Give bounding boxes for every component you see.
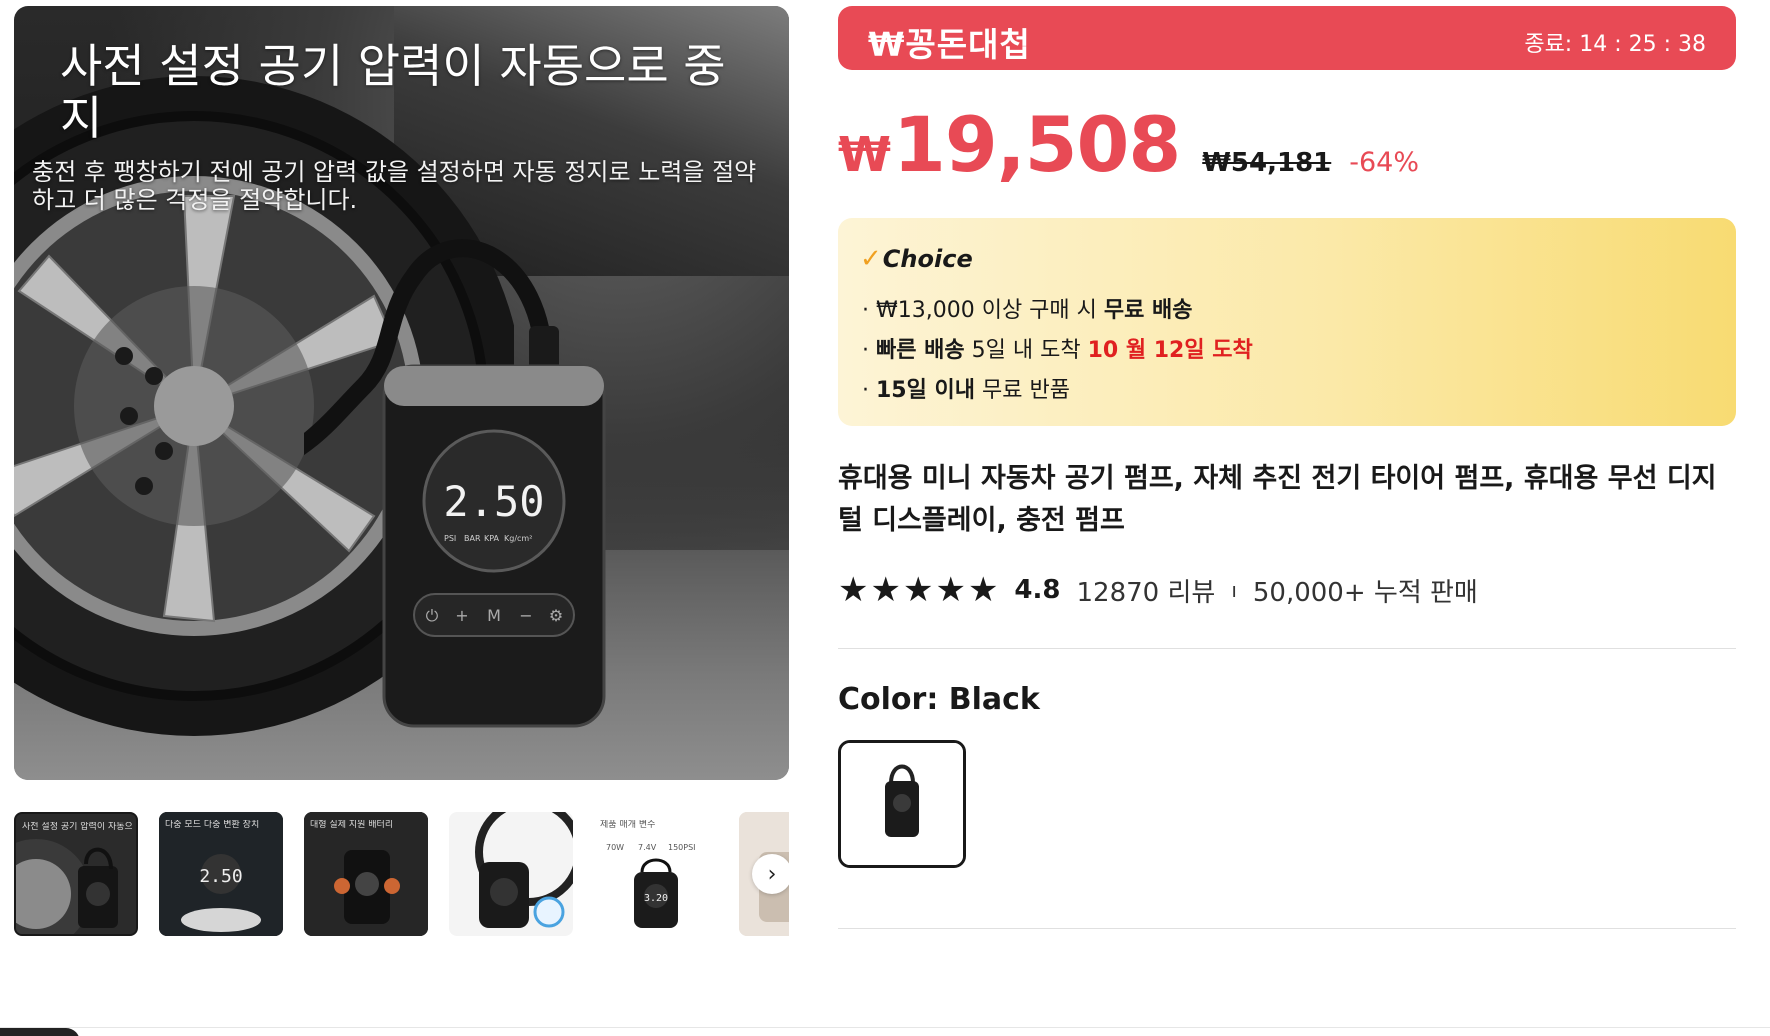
checkmark-icon: ✓ — [860, 244, 882, 274]
thumbnail-caption: 사전 설정 공기 압력이 자동으로 — [22, 822, 132, 832]
thumbnail-caption: 제품 매개 변수 — [600, 820, 656, 830]
thumbnail-spec-voltage: 7.4V — [638, 843, 657, 852]
pump-light-button: ⚙ — [549, 606, 563, 625]
thumbnail-spec-power: 70W — [606, 843, 624, 852]
pump-unit-psi: PSI — [444, 534, 456, 543]
free-return-line: · 15일 이내 무료 반품 — [862, 372, 1070, 404]
star-icon: ★ — [967, 570, 999, 610]
review-count-link[interactable]: 12870 리뷰 — [1076, 572, 1215, 609]
hero-subtitle: 충전 후 팽창하기 전에 공기 압력 값을 설정하면 자동 정지로 노력을 절약… — [32, 158, 757, 214]
corner-widget[interactable] — [0, 1028, 80, 1036]
thumbnail-3[interactable]: 대형 실제 지원 배터리 — [304, 812, 428, 936]
choice-benefits-box[interactable]: ✓ Choice · ₩13,000 이상 구매 시 무료 배송 · 빠른 배송… — [838, 218, 1736, 426]
pump-unit-bar: BAR — [464, 534, 481, 543]
price-row: ₩ 19,508 ₩54,181 -64% — [838, 100, 1419, 190]
deal-banner[interactable]: ₩꽁돈대첩 종료: 14 : 25 : 38 — [838, 6, 1736, 70]
free-return-label: 무료 반품 — [975, 378, 1070, 403]
fast-delivery-days: 5일 내 도착 — [964, 338, 1088, 363]
star-icon: ★ — [902, 570, 934, 610]
pump-display-value: 2.50 — [443, 477, 544, 526]
pump-plus-button: + — [455, 606, 468, 625]
main-product-image[interactable]: 2.50 PSI BAR KPA Kg/cm² ⏻ + M − ⚙ 사전 설정 … — [14, 6, 789, 780]
pump-unit-kgcm: Kg/cm² — [504, 534, 532, 543]
free-return-period: 15일 이내 — [876, 378, 975, 403]
price-currency: ₩ — [838, 127, 891, 183]
color-swatch-black[interactable] — [838, 740, 966, 868]
choice-label: Choice — [882, 245, 973, 273]
thumbnail-1[interactable]: 사전 설정 공기 압력이 자동으로 — [14, 812, 138, 936]
thumbnail-strip: 사전 설정 공기 압력이 자동으로 2.50 다중 모드 다중 변환 장치 대형… — [14, 812, 789, 940]
pump-unit-kpa: KPA — [484, 534, 500, 543]
separator: ı — [1231, 578, 1237, 602]
pump-minus-button: − — [519, 606, 532, 625]
deal-countdown-timer: 종료: 14 : 25 : 38 — [1524, 32, 1706, 57]
rating-row[interactable]: ★ ★ ★ ★ ★ 4.8 12870 리뷰 ı 50,000+ 누적 판매 — [838, 570, 1478, 610]
divider — [838, 648, 1736, 649]
thumbnail-display: 2.50 — [199, 866, 242, 887]
product-title: 휴대용 미니 자동차 공기 펌프, 자체 추진 전기 타이어 펌프, 휴대용 무… — [838, 463, 1717, 536]
pump-power-button: ⏻ — [426, 606, 439, 625]
star-icon: ★ — [838, 570, 869, 610]
thumbnail-4[interactable] — [449, 812, 573, 936]
thumbnail-image — [449, 812, 573, 936]
deal-logo: ₩꽁돈대첩 — [868, 25, 1031, 64]
free-return-bullet: · — [862, 378, 876, 403]
air-pump-graphic: 2.50 PSI BAR KPA Kg/cm² ⏻ + M − ⚙ — [304, 239, 606, 728]
rating-value: 4.8 — [1014, 575, 1061, 605]
thumbnail-display: 3.20 — [644, 893, 668, 904]
color-label: Color: Black — [838, 682, 1040, 717]
divider — [838, 928, 1736, 929]
free-shipping-label: 무료 배송 — [1103, 298, 1193, 323]
pump-mode-button: M — [487, 606, 501, 625]
thumbnail-spec-pressure: 150PSI — [668, 843, 696, 852]
thumbnail-caption: 다중 모드 다중 변환 장치 — [165, 820, 260, 830]
fast-delivery-line: · 빠른 배송 5일 내 도착 10 월 12일 도착 — [862, 332, 1253, 364]
discount-badge: -64% — [1349, 147, 1420, 178]
choice-header: ✓ Choice — [860, 244, 973, 274]
free-shipping-condition: · ₩13,000 이상 구매 시 — [862, 298, 1104, 323]
hero-title: 사전 설정 공기 압력이 자동으로 중지 — [60, 39, 726, 145]
free-shipping-line: · ₩13,000 이상 구매 시 무료 배송 — [862, 292, 1193, 324]
fast-delivery-bullet: · — [862, 338, 876, 363]
chevron-right-icon: › — [767, 861, 777, 887]
star-rating: ★ ★ ★ ★ ★ — [838, 573, 1000, 607]
fast-delivery-label: 빠른 배송 — [876, 338, 965, 363]
thumbnail-2[interactable]: 2.50 다중 모드 다중 변환 장치 — [159, 812, 283, 936]
page-bottom-divider — [0, 1027, 1770, 1028]
black-pump-swatch-image — [841, 743, 963, 865]
sold-count: 50,000+ 누적 판매 — [1252, 577, 1478, 608]
star-icon: ★ — [935, 570, 966, 610]
star-icon: ★ — [870, 570, 901, 610]
thumbnail-5[interactable]: 70W 7.4V 150PSI 3.20 제품 매개 변수 — [594, 812, 718, 936]
delivery-date: 10 월 12일 도착 — [1087, 338, 1253, 363]
thumbnail-caption: 대형 실제 지원 배터리 — [310, 820, 394, 830]
thumbnail-next-button[interactable]: › — [752, 854, 789, 894]
original-price: ₩54,181 — [1202, 148, 1332, 178]
current-price: 19,508 — [892, 100, 1181, 189]
